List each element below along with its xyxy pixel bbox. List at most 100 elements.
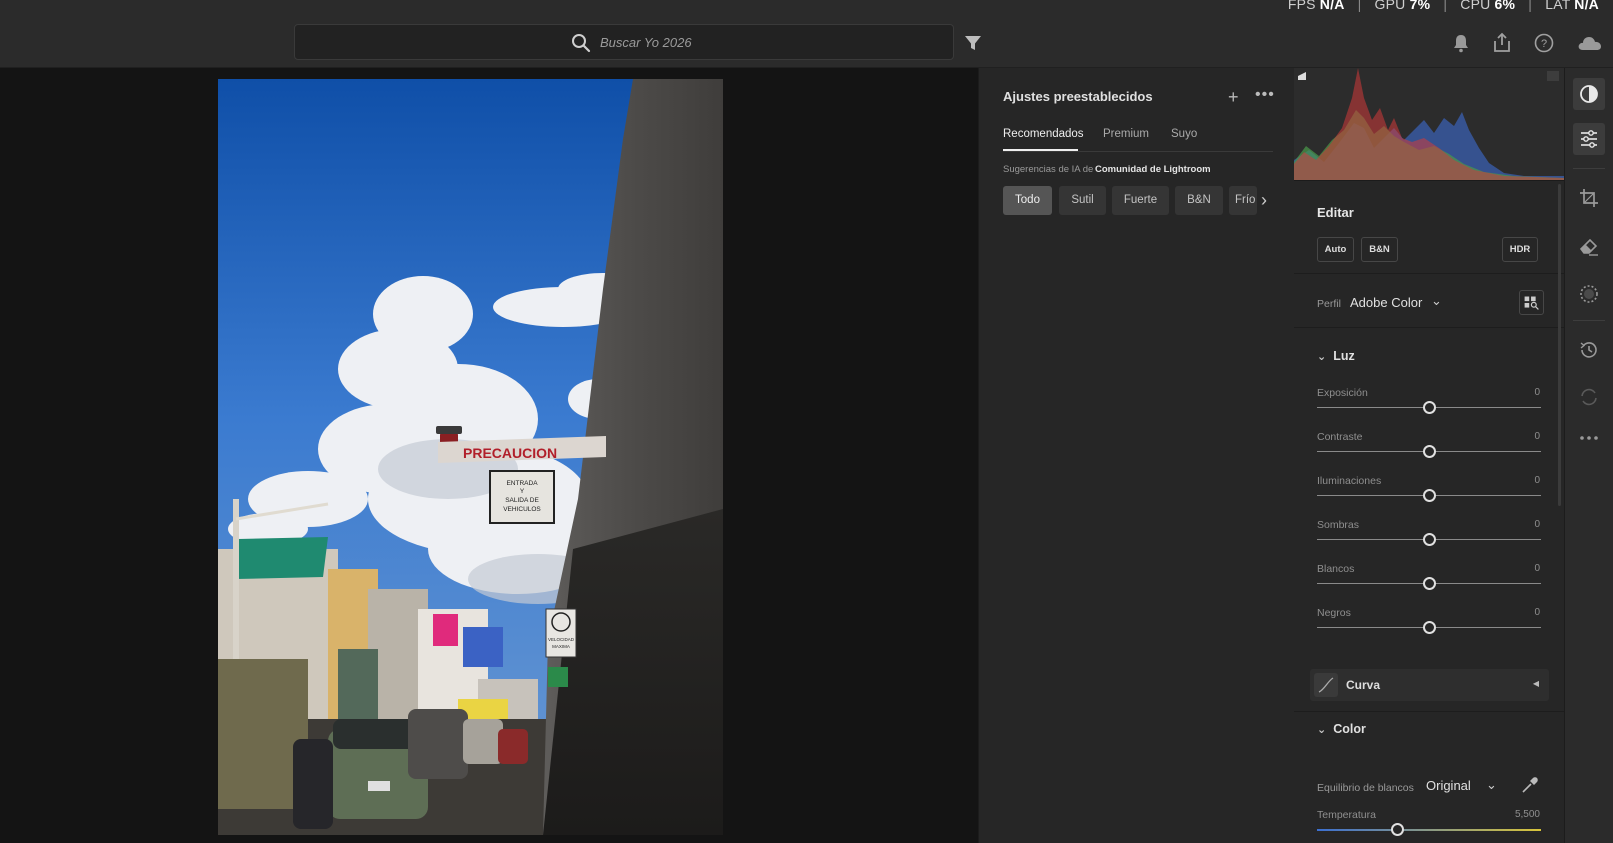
temperature-slider-track[interactable] (1317, 829, 1541, 831)
adjust-icon (1581, 130, 1597, 148)
chevron-right-icon[interactable]: › (1261, 190, 1267, 211)
temperature-label: Temperatura (1317, 809, 1376, 821)
chevron-down-icon[interactable]: ⌄ (1486, 777, 1497, 793)
contrast-value[interactable]: 0 (1534, 431, 1540, 442)
tool-more[interactable] (1573, 422, 1605, 454)
profile-label: Perfil (1317, 298, 1341, 310)
cloud-icon[interactable] (1576, 32, 1604, 54)
tool-sync[interactable] (1573, 381, 1605, 413)
blacks-value[interactable]: 0 (1534, 607, 1540, 618)
chevron-down-icon[interactable]: ⌄ (1431, 293, 1442, 309)
filter-icon[interactable] (964, 34, 982, 52)
hdr-button[interactable]: HDR (1502, 237, 1538, 262)
crop-icon (1580, 189, 1598, 207)
exposure-value[interactable]: 0 (1534, 387, 1540, 398)
edit-panel-scrollbar[interactable] (1558, 184, 1561, 506)
divider (1294, 327, 1564, 328)
whites-label: Blancos (1317, 563, 1355, 575)
edit-presets-icon (1580, 85, 1598, 103)
eyedropper-icon[interactable] (1519, 774, 1541, 796)
presets-panel: Ajustes preestablecidos + ••• Recomendad… (978, 68, 1294, 843)
profile-browser-icon[interactable] (1519, 290, 1544, 315)
exposure-slider-thumb[interactable] (1422, 401, 1436, 414)
presets-title: Ajustes preestablecidos (1003, 89, 1153, 104)
divider (1294, 273, 1564, 274)
tool-divider (1573, 168, 1605, 169)
histogram-graph (1294, 68, 1564, 180)
search-icon (572, 34, 591, 53)
top-bar: FPS N/A | GPU 7% | CPU 6% | LAT N/A Busc… (0, 0, 1613, 68)
caret-left-icon: ◀ (1532, 679, 1539, 688)
search-input[interactable]: Buscar Yo 2026 (600, 35, 692, 50)
share-icon[interactable] (1491, 32, 1513, 54)
shadows-slider-thumb[interactable] (1422, 533, 1436, 546)
temperature-slider-thumb[interactable] (1391, 823, 1405, 836)
mask-icon (1580, 285, 1598, 303)
white-balance-dropdown[interactable]: Original (1426, 778, 1471, 793)
curve-icon (1314, 673, 1338, 697)
shadows-value[interactable]: 0 (1534, 519, 1540, 530)
chip-bn[interactable]: B&N (1175, 186, 1223, 215)
tool-crop[interactable] (1573, 182, 1605, 214)
sign-velocidad: VELOCIDAD (548, 637, 575, 642)
perf-separator: | (1443, 0, 1448, 12)
color-section-header[interactable]: ⌄ Color (1317, 722, 1366, 736)
contrast-slider-thumb[interactable] (1422, 445, 1436, 458)
chip-sutil[interactable]: Sutil (1059, 186, 1106, 215)
profile-dropdown[interactable]: Adobe Color (1350, 295, 1422, 310)
chip-frio[interactable]: Frío (1229, 186, 1257, 215)
tool-presets[interactable] (1573, 78, 1605, 110)
blacks-slider-thumb[interactable] (1422, 621, 1436, 634)
whites-slider-thumb[interactable] (1422, 577, 1436, 590)
shadow-clipping-toggle[interactable] (1298, 72, 1306, 80)
highlight-clipping-toggle[interactable] (1547, 71, 1559, 81)
exposure-label: Exposición (1317, 387, 1368, 399)
sync-icon (1581, 388, 1597, 406)
sign-maxima: MAXIMA (552, 644, 570, 649)
light-section-header[interactable]: ⌄ Luz (1317, 349, 1355, 363)
tool-adjust[interactable] (1573, 123, 1605, 155)
chip-todo[interactable]: Todo (1003, 186, 1052, 215)
perf-separator: | (1528, 0, 1533, 12)
tool-history[interactable] (1573, 334, 1605, 366)
tool-strip (1564, 68, 1613, 843)
bell-icon[interactable] (1450, 32, 1472, 54)
tab-recomendados[interactable]: Recomendados (1003, 128, 1084, 140)
active-tab-indicator (1003, 149, 1078, 151)
highlights-value[interactable]: 0 (1534, 475, 1540, 486)
sign-entrada: ENTRADA (506, 480, 538, 487)
tool-heal[interactable] (1573, 230, 1605, 262)
curve-section[interactable]: Curva ◀ (1310, 669, 1549, 701)
ai-source-link[interactable]: Comunidad de Lightroom (1095, 164, 1211, 175)
street-photo-image: PRECAUCION ENTRADA Y SALIDA DE VEHICULOS… (218, 79, 723, 835)
search-bar[interactable]: Buscar Yo 2026 (294, 24, 954, 60)
temperature-value[interactable]: 5,500 (1515, 809, 1540, 820)
help-icon[interactable]: ? (1533, 32, 1555, 54)
tab-premium[interactable]: Premium (1103, 128, 1149, 140)
more-icon (1580, 436, 1598, 440)
tool-mask[interactable] (1573, 278, 1605, 310)
highlights-label: Iluminaciones (1317, 475, 1382, 487)
edit-panel: Editar Auto B&N HDR Perfil Adobe Color ⌄… (1294, 180, 1564, 843)
chip-fuerte[interactable]: Fuerte (1112, 186, 1169, 215)
performance-readout: FPS N/A | GPU 7% | CPU 6% | LAT N/A (1288, 0, 1599, 12)
highlights-slider-thumb[interactable] (1422, 489, 1436, 502)
contrast-label: Contraste (1317, 431, 1363, 443)
add-preset-button[interactable]: + (1228, 88, 1239, 106)
sign-y: Y (520, 488, 525, 495)
auto-button[interactable]: Auto (1317, 237, 1354, 262)
gpu-label: GPU (1374, 0, 1406, 12)
whites-value[interactable]: 0 (1534, 563, 1540, 574)
history-icon (1580, 342, 1597, 358)
tab-suyo[interactable]: Suyo (1171, 128, 1197, 140)
fps-value: N/A (1319, 0, 1345, 12)
bw-button[interactable]: B&N (1361, 237, 1398, 262)
sign-precaucion: PRECAUCION (463, 445, 557, 461)
photo-canvas[interactable]: PRECAUCION ENTRADA Y SALIDA DE VEHICULOS… (0, 68, 978, 843)
white-balance-label: Equilibrio de blancos (1317, 782, 1414, 794)
edit-title: Editar (1317, 205, 1354, 220)
photo-preview[interactable]: PRECAUCION ENTRADA Y SALIDA DE VEHICULOS… (218, 79, 723, 835)
gpu-value: 7% (1409, 0, 1431, 12)
cpu-label: CPU (1460, 0, 1491, 12)
presets-more-button[interactable]: ••• (1255, 86, 1275, 104)
